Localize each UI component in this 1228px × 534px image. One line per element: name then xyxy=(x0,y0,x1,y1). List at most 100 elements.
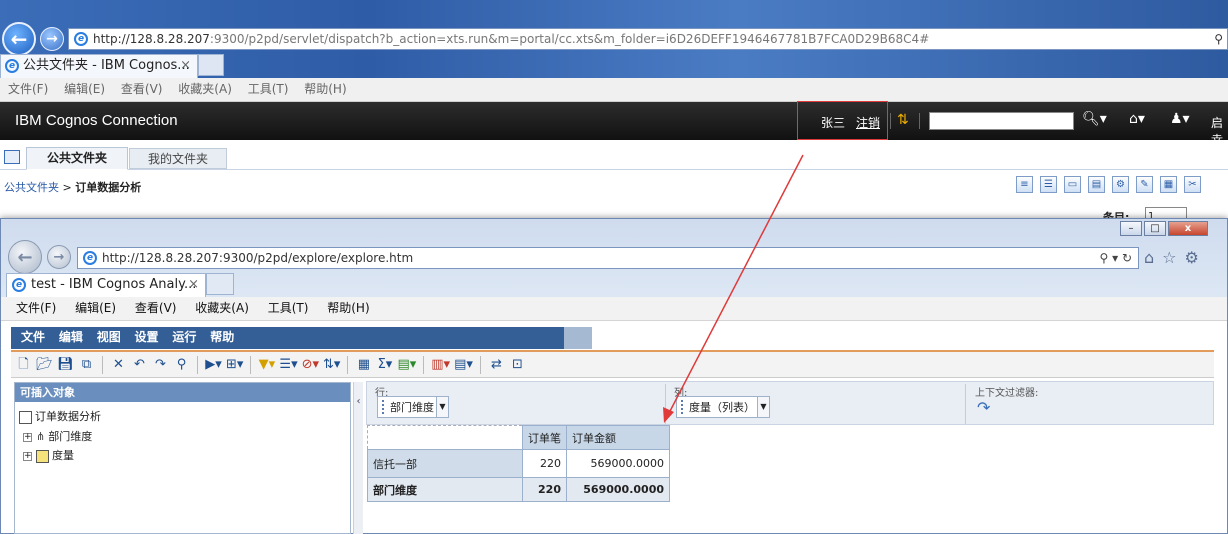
find-icon[interactable]: ⚲ xyxy=(173,356,190,373)
forward-button[interactable]: → xyxy=(47,245,71,269)
as-menu-help[interactable]: 帮助 xyxy=(210,327,234,347)
columns-drop-chip[interactable]: 度量（列表） ▼ xyxy=(676,396,770,418)
user-menu-icon[interactable]: ♟▾ xyxy=(1170,111,1190,127)
close-window-button[interactable]: x xyxy=(1168,221,1208,236)
menu-tools[interactable]: 工具(T) xyxy=(268,297,309,319)
suppress-icon[interactable]: ⊘▾ xyxy=(302,356,319,373)
export-excel-icon[interactable]: ▤▾ xyxy=(397,356,416,373)
search-input[interactable] xyxy=(929,112,1074,130)
back-button[interactable]: ← xyxy=(2,22,36,56)
home-icon[interactable]: ⌂▾ xyxy=(1129,111,1145,127)
tree-item-dimension[interactable]: + ⋔ 部门维度 xyxy=(23,428,92,444)
expand-icon[interactable]: + xyxy=(23,451,32,461)
close-tab-icon[interactable]: × xyxy=(188,274,199,296)
back-button[interactable]: ← xyxy=(8,240,42,274)
redo-icon[interactable]: ↷ xyxy=(152,356,169,373)
app-title: IBM Cognos Connection xyxy=(15,112,178,129)
save-as-icon[interactable]: ⧉ xyxy=(78,356,95,373)
measures-icon xyxy=(36,449,49,463)
new-folder-icon[interactable]: ▭ xyxy=(1064,176,1081,193)
close-tab-icon[interactable]: × xyxy=(180,55,191,77)
delete-icon[interactable]: ✕ xyxy=(110,356,127,373)
list-view-icon[interactable]: ☰ xyxy=(1040,176,1057,193)
breadcrumb-public-folders[interactable]: 公共文件夹 xyxy=(4,181,59,194)
folder-tree-icon[interactable] xyxy=(4,150,20,164)
favorites-star-icon[interactable]: ☆ xyxy=(1162,248,1176,267)
details-view-icon[interactable]: ≡ xyxy=(1016,176,1033,193)
chevron-down-icon[interactable]: ▼ xyxy=(757,397,769,417)
forward-button[interactable]: → xyxy=(40,27,64,51)
as-menu-view[interactable]: 视图 xyxy=(97,327,121,347)
as-menu-file[interactable]: 文件 xyxy=(21,327,45,347)
menu-edit[interactable]: 编辑(E) xyxy=(75,297,116,319)
maximize-button[interactable]: □ xyxy=(1144,221,1166,236)
new-tab-button[interactable] xyxy=(198,54,224,76)
row-header[interactable]: 信托一部 xyxy=(367,449,523,478)
as-menu-edit[interactable]: 编辑 xyxy=(59,327,83,347)
menu-edit[interactable]: 编辑(E) xyxy=(64,78,105,100)
address-bar[interactable]: e http://128.8.28.207:9300/p2pd/explore/… xyxy=(77,247,1139,269)
search-icon[interactable]: ⚲ xyxy=(1214,29,1223,49)
menu-file[interactable]: 文件(F) xyxy=(8,78,48,100)
drag-handle[interactable] xyxy=(681,400,684,414)
menu-view[interactable]: 查看(V) xyxy=(121,78,163,100)
search-icon[interactable]: 🔍︎▾ xyxy=(1082,111,1107,127)
column-header-amount[interactable]: 订单金额 xyxy=(566,425,670,450)
tab-public-folders[interactable]: 公共文件夹 xyxy=(26,147,128,170)
rows-drop-chip[interactable]: 部门维度 ▼ xyxy=(377,396,449,418)
tree-root[interactable]: 订单数据分析 xyxy=(19,408,101,424)
breadcrumb-separator: > xyxy=(62,181,72,194)
chevron-down-icon[interactable]: ▼ xyxy=(436,397,448,417)
separator xyxy=(479,355,481,374)
browser-tab[interactable]: e test - IBM Cognos Analy... × xyxy=(6,273,206,297)
summary-icon[interactable]: Σ▾ xyxy=(376,356,393,373)
top-bottom-icon[interactable]: ☰▾ xyxy=(279,356,297,373)
open-icon[interactable]: 📂︎ xyxy=(36,356,53,373)
breadcrumb: 公共文件夹 > 订单数据分析 xyxy=(4,179,141,195)
menu-tools[interactable]: 工具(T) xyxy=(248,78,289,100)
filter-icon[interactable]: ▼▾ xyxy=(258,356,276,373)
save-icon[interactable]: 💾︎ xyxy=(57,356,74,373)
new-icon[interactable]: 🗋 xyxy=(15,356,32,373)
menu-help[interactable]: 帮助(H) xyxy=(304,78,346,100)
menu-file[interactable]: 文件(F) xyxy=(16,297,56,319)
cut-icon[interactable]: ✂ xyxy=(1184,176,1201,193)
undo-icon[interactable]: ↶ xyxy=(131,356,148,373)
browser-tab[interactable]: e 公共文件夹 - IBM Cognos... × xyxy=(0,54,198,78)
tree-item-measures[interactable]: + 度量 xyxy=(23,447,74,463)
address-actions-icon[interactable]: ⚲ ▾ ↻ xyxy=(1100,248,1133,268)
home-icon[interactable]: ⌂ xyxy=(1144,248,1154,267)
settings-gear-icon[interactable]: ⚙ xyxy=(1185,248,1199,267)
run-icon[interactable]: ▶▾ xyxy=(205,356,222,373)
new-report-icon[interactable]: ▤ xyxy=(1088,176,1105,193)
display-icon[interactable]: ▤▾ xyxy=(454,356,473,373)
new-agent-icon[interactable]: ✎ xyxy=(1136,176,1153,193)
menu-help[interactable]: 帮助(H) xyxy=(327,297,369,319)
calculate-icon[interactable]: ▦ xyxy=(355,356,372,373)
menu-favorites[interactable]: 收藏夹(A) xyxy=(195,297,249,319)
address-url: http://128.8.28.207:9300/p2pd/explore/ex… xyxy=(102,251,414,265)
refresh-icon[interactable]: ⇅ xyxy=(897,112,909,128)
expand-icon[interactable]: + xyxy=(23,432,32,442)
column-header-count[interactable]: 订单笔 xyxy=(522,425,567,450)
new-tab-button[interactable] xyxy=(206,273,234,295)
new-page-icon[interactable]: ▦ xyxy=(1160,176,1177,193)
pane-splitter[interactable]: ‹ xyxy=(353,382,363,534)
pivot-icon[interactable]: ⊡ xyxy=(509,356,526,373)
chart-type-icon[interactable]: ▥▾ xyxy=(431,356,450,373)
logout-link[interactable]: 注销 xyxy=(856,114,880,131)
new-job-icon[interactable]: ⚙ xyxy=(1112,176,1129,193)
sort-icon[interactable]: ⇅▾ xyxy=(323,356,340,373)
as-menu-run[interactable]: 运行 xyxy=(172,327,196,347)
menu-favorites[interactable]: 收藏夹(A) xyxy=(178,78,232,100)
menu-view[interactable]: 查看(V) xyxy=(135,297,177,319)
as-menu-settings[interactable]: 设置 xyxy=(135,327,159,347)
swap-rows-columns-icon[interactable]: ⇄ xyxy=(488,356,505,373)
tab-my-folders[interactable]: 我的文件夹 xyxy=(129,148,227,169)
total-row-label[interactable]: 部门维度 xyxy=(367,477,523,502)
insert-icon[interactable]: ⊞▾ xyxy=(226,356,243,373)
address-bar[interactable]: e http://128.8.28.207:9300/p2pd/servlet/… xyxy=(68,28,1228,50)
context-filter-drop-icon[interactable]: ↷ xyxy=(977,398,990,417)
minimize-button[interactable]: – xyxy=(1120,221,1142,236)
drag-handle[interactable] xyxy=(382,400,385,414)
